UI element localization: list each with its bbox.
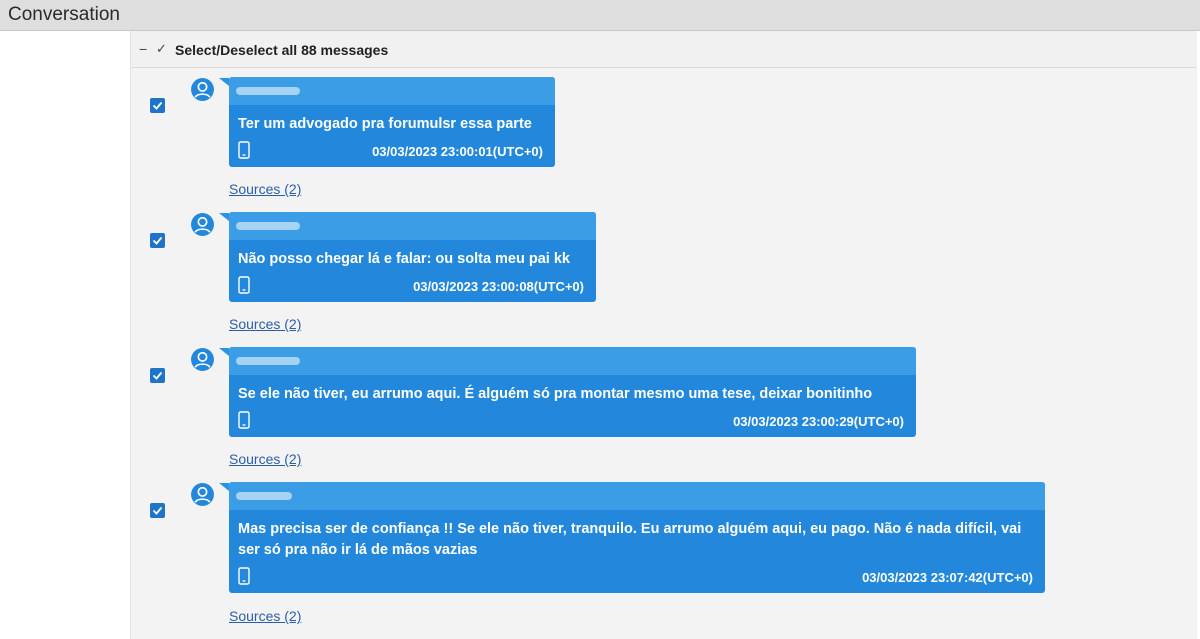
message-timestamp: 03/03/2023 23:00:01(UTC+0)	[372, 144, 543, 159]
window-title: Conversation	[8, 4, 120, 25]
message-bubble: Mas precisa ser de confiança !! Se ele n…	[229, 482, 1045, 593]
sender-header	[229, 347, 916, 375]
sender-name-redacted	[236, 222, 300, 230]
mobile-phone-icon	[238, 141, 250, 159]
message-footer: 03/03/2023 23:07:42(UTC+0)	[229, 561, 1045, 593]
message-text: Ter um advogado pra forumulsr essa parte	[238, 116, 532, 132]
mobile-phone-icon	[238, 411, 250, 429]
mobile-phone-icon	[238, 567, 250, 585]
bubble-tail	[219, 78, 229, 86]
message-text: Se ele não tiver, eu arrumo aqui. É algu…	[238, 386, 873, 402]
mobile-phone-icon	[238, 276, 250, 294]
message-checkbox[interactable]	[150, 368, 165, 383]
sender-name-redacted	[236, 87, 300, 95]
sources-link[interactable]: Sources (2)	[229, 608, 301, 624]
message-footer: 03/03/2023 23:00:01(UTC+0)	[229, 135, 555, 167]
message-timestamp: 03/03/2023 23:07:42(UTC+0)	[862, 570, 1033, 585]
bubble-tail	[219, 348, 229, 356]
sources-link[interactable]: Sources (2)	[229, 316, 301, 332]
sources-link[interactable]: Sources (2)	[229, 451, 301, 467]
select-all-bar: − ✓ Select/Deselect all 88 messages	[131, 31, 1197, 68]
bubble-tail	[219, 483, 229, 491]
message-footer: 03/03/2023 23:00:08(UTC+0)	[229, 270, 596, 302]
user-avatar-icon	[191, 483, 214, 506]
sender-name-redacted	[236, 357, 300, 365]
message-text: Mas precisa ser de confiança !! Se ele n…	[238, 521, 1022, 558]
user-avatar-icon	[191, 78, 214, 101]
title-bar: Conversation	[0, 0, 1200, 31]
message-text: Não posso chegar lá e falar: ou solta me…	[238, 251, 570, 267]
message-timestamp: 03/03/2023 23:00:29(UTC+0)	[733, 414, 904, 429]
user-avatar-icon	[191, 213, 214, 236]
message-bubble: Se ele não tiver, eu arrumo aqui. É algu…	[229, 347, 916, 437]
collapse-icon[interactable]: −	[139, 41, 147, 57]
message-footer: 03/03/2023 23:00:29(UTC+0)	[229, 405, 916, 437]
checkmark-icon: ✓	[156, 41, 167, 56]
message-checkbox[interactable]	[150, 98, 165, 113]
select-all-toggle[interactable]: Select/Deselect all 88 messages	[175, 42, 388, 58]
conversation-panel: − ✓ Select/Deselect all 88 messages Ter …	[130, 31, 1197, 639]
message-bubble: Ter um advogado pra forumulsr essa parte…	[229, 77, 555, 167]
bubble-tail	[219, 213, 229, 221]
message-checkbox[interactable]	[150, 503, 165, 518]
message-bubble: Não posso chegar lá e falar: ou solta me…	[229, 212, 596, 302]
sender-header	[229, 212, 596, 240]
user-avatar-icon	[191, 348, 214, 371]
sources-link[interactable]: Sources (2)	[229, 181, 301, 197]
message-timestamp: 03/03/2023 23:00:08(UTC+0)	[413, 279, 584, 294]
sender-name-redacted	[236, 492, 292, 500]
sender-header	[229, 77, 555, 105]
sender-header	[229, 482, 1045, 510]
message-checkbox[interactable]	[150, 233, 165, 248]
